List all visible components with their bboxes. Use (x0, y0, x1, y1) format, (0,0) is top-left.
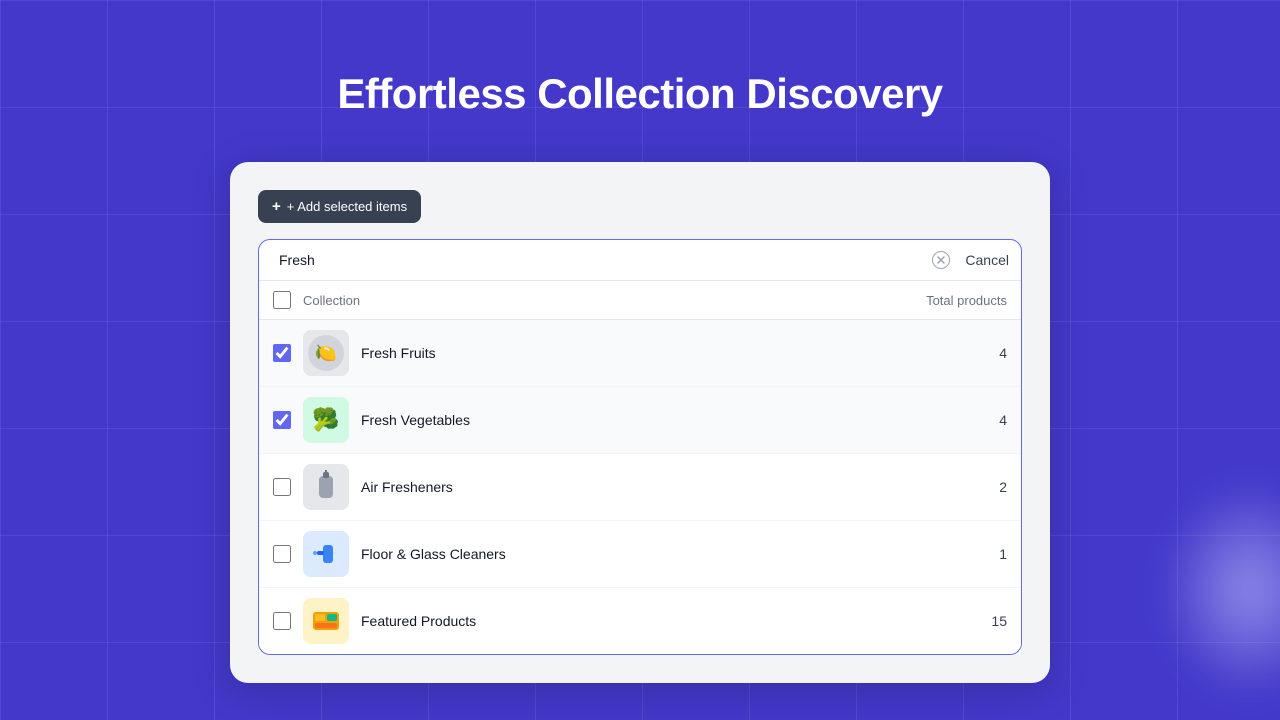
collection-thumbnail: 🥦 (303, 397, 349, 443)
row-checkbox[interactable] (273, 478, 291, 496)
add-button-label: + Add selected items (287, 199, 407, 214)
collection-name: Featured Products (361, 613, 927, 629)
collection-count: 4 (927, 412, 1007, 428)
page-wrapper: Effortless Collection Discovery + + Add … (0, 0, 1280, 720)
svg-text:🥦: 🥦 (312, 406, 339, 433)
search-input[interactable] (271, 240, 931, 280)
collection-name: Floor & Glass Cleaners (361, 546, 927, 562)
search-row: Cancel (259, 240, 1021, 281)
main-card: + + Add selected items Cancel Collection (230, 162, 1050, 683)
add-selected-button[interactable]: + + Add selected items (258, 190, 421, 223)
clear-icon[interactable] (931, 250, 951, 270)
col-collection-header: Collection (303, 293, 926, 308)
row-checkbox[interactable] (273, 411, 291, 429)
col-total-header: Total products (926, 293, 1007, 308)
collection-count: 1 (927, 546, 1007, 562)
cancel-button[interactable]: Cancel (951, 252, 1009, 268)
table-row[interactable]: Air Fresheners 2 (259, 454, 1021, 521)
select-all-checkbox[interactable] (273, 291, 291, 309)
page-title: Effortless Collection Discovery (337, 70, 942, 118)
collection-name: Air Fresheners (361, 479, 927, 495)
plus-icon: + (272, 198, 281, 215)
collection-count: 4 (927, 345, 1007, 361)
table-row[interactable]: Floor & Glass Cleaners 1 (259, 521, 1021, 588)
table-row[interactable]: 🍋 Fresh Fruits 4 (259, 320, 1021, 387)
collection-thumbnail: 🍋 (303, 330, 349, 376)
collection-thumbnail (303, 464, 349, 510)
search-container: Cancel Collection Total products 🍋 (258, 239, 1022, 655)
svg-text:🍋: 🍋 (315, 343, 337, 363)
collection-name: Fresh Fruits (361, 345, 927, 361)
row-checkbox[interactable] (273, 545, 291, 563)
collection-name: Fresh Vegetables (361, 412, 927, 428)
table-row[interactable]: Featured Products 15 (259, 588, 1021, 654)
collection-count: 15 (927, 613, 1007, 629)
collection-thumbnail (303, 598, 349, 644)
row-checkbox[interactable] (273, 612, 291, 630)
collection-thumbnail (303, 531, 349, 577)
table-row[interactable]: 🥦 Fresh Vegetables 4 (259, 387, 1021, 454)
table-header: Collection Total products (259, 281, 1021, 320)
collection-count: 2 (927, 479, 1007, 495)
row-checkbox[interactable] (273, 344, 291, 362)
